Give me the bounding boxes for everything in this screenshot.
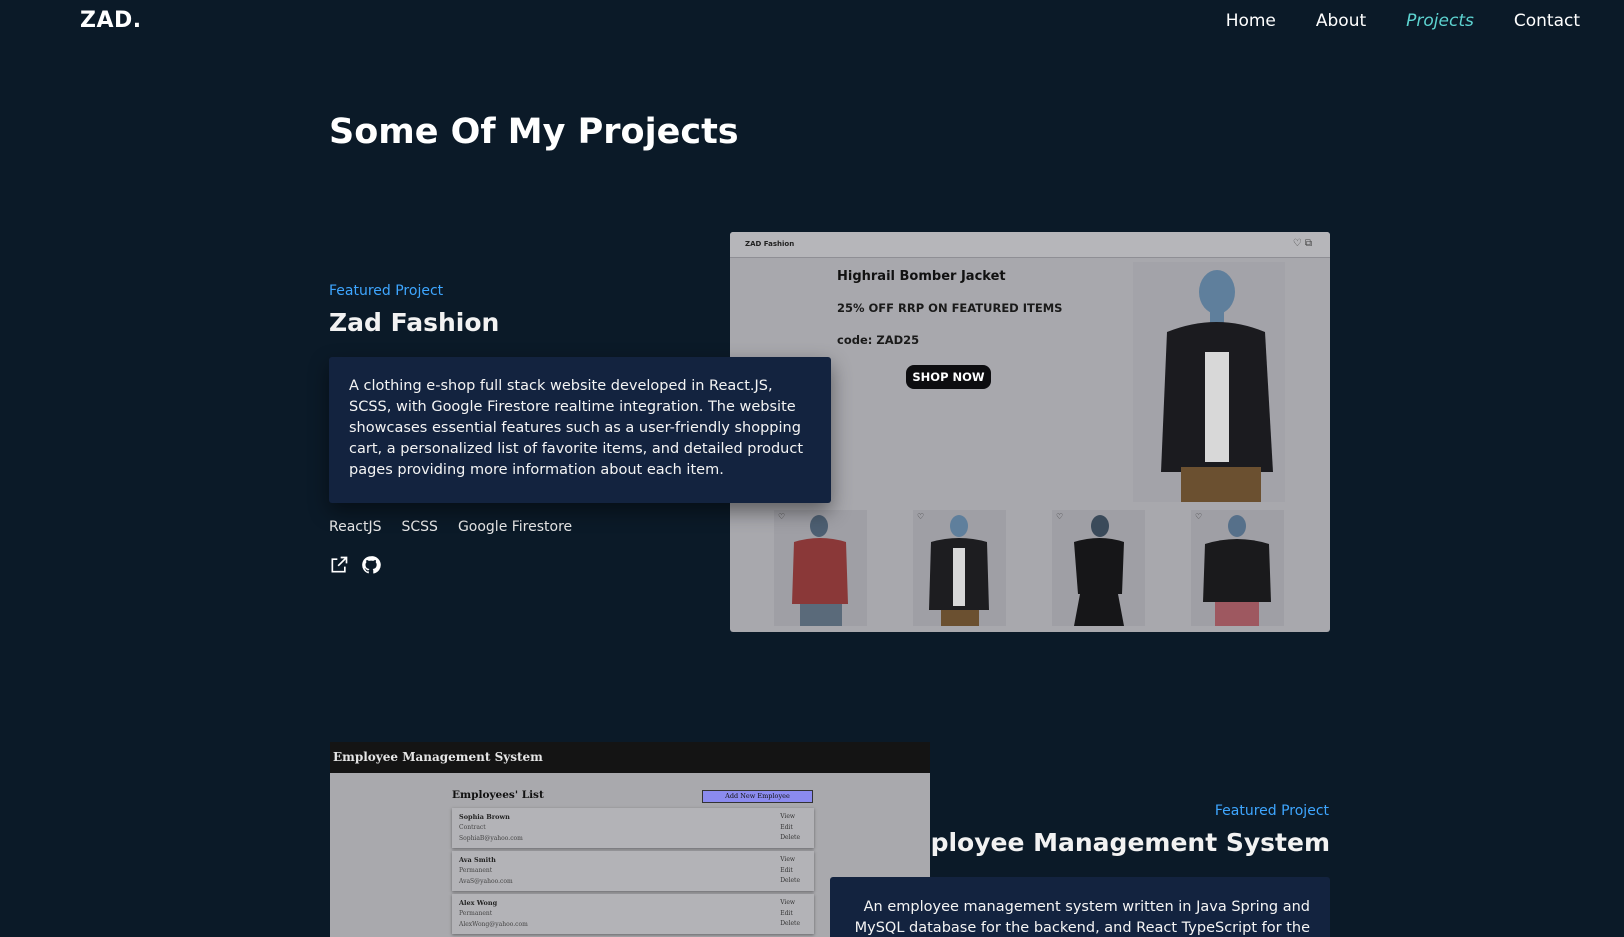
heart-icon: ♡ (778, 512, 786, 521)
tech-tag: Google Firestore (457, 519, 573, 535)
preview-employee-card: Sophia Brown Contract SophiaB@yahoo.com … (452, 808, 814, 848)
section-title: Some Of My Projects (329, 112, 739, 152)
edit-action: Edit (780, 866, 793, 874)
preview-hero-title: Highrail Bomber Jacket (837, 269, 1006, 284)
employee-actions: View Edit Delete (780, 855, 800, 887)
delete-action: Delete (780, 834, 800, 841)
heart-icon: ♡ (1195, 512, 1203, 521)
view-action: View (780, 813, 796, 820)
site-logo[interactable]: ZAD. (80, 8, 142, 33)
delete-action: Delete (780, 920, 800, 927)
preview-hero-photo (1133, 262, 1285, 502)
employee-email: SophiaB@yahoo.com (459, 835, 523, 842)
project-title[interactable]: Zad Fashion (329, 308, 499, 337)
nav-links: Home About Projects Contact (1226, 11, 1580, 31)
preview-product-thumb: ♡ (1191, 510, 1284, 626)
preview-product-thumb: ♡ (774, 510, 867, 626)
project-links (329, 555, 381, 575)
delete-action: Delete (780, 877, 800, 884)
employee-type: Permanent (459, 867, 493, 874)
nav-link-projects[interactable]: Projects (1406, 11, 1474, 31)
preview-list-title: Employees' List (452, 789, 544, 801)
preview-app-title: Employee Management System (333, 750, 543, 764)
project-description: An employee management system written in… (830, 877, 1330, 937)
preview-header: ZAD Fashion ♡ ⧉ (730, 232, 1330, 258)
employee-email: AlexWong@yahoo.com (459, 921, 528, 928)
employee-type: Contract (459, 824, 486, 831)
preview-header: Employee Management System (330, 742, 930, 773)
project-tech-list: ReactJS SCSS Google Firestore (329, 519, 572, 535)
preview-brand: ZAD Fashion (745, 240, 795, 248)
preview-hero-code: code: ZAD25 (837, 333, 920, 347)
nav-link-home[interactable]: Home (1226, 11, 1276, 31)
top-nav: ZAD. Home About Projects Contact (0, 0, 1624, 46)
view-action: View (780, 899, 796, 906)
project-title[interactable]: Employee Management System (887, 828, 1330, 857)
heart-icon: ♡ (1056, 512, 1064, 521)
preview-employee-card: Alex Wong Permanent AlexWong@yahoo.com V… (452, 894, 814, 934)
preview-shop-button: SHOP NOW (906, 365, 991, 389)
nav-link-contact[interactable]: Contact (1514, 11, 1580, 31)
employee-name: Ava Smith (459, 856, 496, 864)
project-description: A clothing e-shop full stack website dev… (329, 357, 831, 503)
cart-icon: ♡ ⧉ (1292, 238, 1312, 249)
employee-type: Permanent (459, 910, 493, 917)
preview-employee-card: Ava Smith Permanent AvaS@yahoo.com View … (452, 851, 814, 891)
edit-action: Edit (780, 823, 793, 831)
employee-email: AvaS@yahoo.com (459, 878, 513, 885)
preview-product-thumb: ♡ (1052, 510, 1145, 626)
employee-name: Sophia Brown (459, 813, 510, 821)
nav-link-about[interactable]: About (1316, 11, 1366, 31)
preview-hero-offer: 25% OFF RRP ON FEATURED ITEMS (837, 301, 1063, 315)
project-overline: Featured Project (329, 283, 444, 299)
employee-actions: View Edit Delete (780, 812, 800, 844)
github-icon[interactable] (361, 555, 381, 575)
edit-action: Edit (780, 909, 793, 917)
employee-actions: View Edit Delete (780, 898, 800, 930)
tech-tag: SCSS (401, 519, 438, 535)
heart-icon: ♡ (917, 512, 925, 521)
view-action: View (780, 856, 796, 863)
preview-add-employee-button: Add New Employee (702, 790, 813, 803)
preview-product-thumb: ♡ (913, 510, 1006, 626)
tech-tag: ReactJS (329, 519, 382, 535)
external-link-icon[interactable] (329, 555, 349, 575)
project-overline: Featured Project (1214, 803, 1329, 819)
employee-name: Alex Wong (459, 899, 498, 907)
